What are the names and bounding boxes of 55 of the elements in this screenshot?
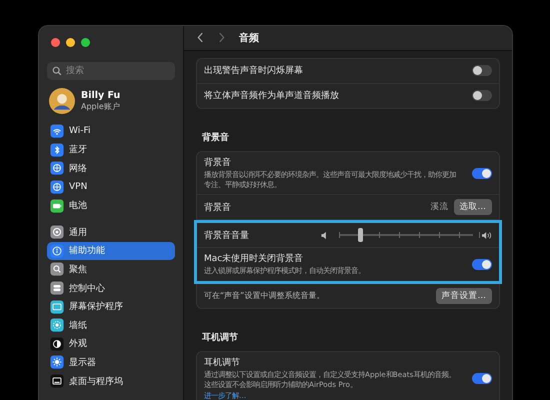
- sidebar-item[interactable]: 墙纸: [47, 316, 175, 335]
- switches-icon: [50, 281, 64, 296]
- sidebar-item[interactable]: 蓝牙: [47, 140, 175, 160]
- section-heading: 耳机调节: [202, 331, 239, 344]
- sidebar-item[interactable]: 辅助功能: [47, 242, 175, 260]
- bluetooth-icon: [50, 142, 64, 157]
- globe-icon: [50, 180, 64, 194]
- sound-settings-button[interactable]: 声音设置…: [436, 288, 492, 304]
- search-icon: [52, 66, 62, 76]
- window-title: 音频: [239, 31, 259, 45]
- toggle-switch[interactable]: [472, 90, 492, 102]
- gear-icon: [50, 225, 64, 240]
- sidebar-item[interactable]: 电池: [47, 196, 175, 215]
- sidebar-item[interactable]: VPN: [47, 178, 175, 196]
- sidebar-item[interactable]: 网络: [47, 159, 175, 178]
- sun-icon: [50, 355, 64, 370]
- globe-icon: [50, 161, 64, 176]
- sidebar-item[interactable]: 显示器: [47, 353, 175, 372]
- toggle-switch[interactable]: [472, 168, 492, 179]
- setting-label: 出现警告声音时闪烁屏幕: [204, 64, 303, 78]
- setting-label: Mac未使用时关闭背景音: [204, 252, 304, 266]
- sidebar-item[interactable]: 桌面与程序坞: [47, 372, 175, 390]
- section-heading: 背景音: [202, 131, 230, 144]
- volume-high-icon: [482, 230, 492, 240]
- sidebar-item[interactable]: Wi-Fi: [47, 122, 175, 141]
- setting-label: 将立体声音频作为单声道音频播放: [204, 90, 339, 102]
- user-name: Billy Fu: [81, 90, 120, 101]
- search-field[interactable]: 搜索: [47, 62, 175, 80]
- avatar-icon: [49, 88, 75, 114]
- wifi-icon: [50, 124, 64, 138]
- accessibility-icon: [50, 244, 64, 258]
- back-icon: [197, 32, 204, 44]
- sidebar-item[interactable]: 控制中心: [47, 278, 175, 298]
- setting-label: 背景音音量: [204, 230, 249, 242]
- search-icon: [50, 262, 64, 276]
- setting-label: 背景音: [204, 202, 231, 214]
- account-label: Apple账户: [81, 101, 120, 112]
- screen-icon: [50, 300, 64, 314]
- toggle-switch[interactable]: [472, 65, 492, 76]
- sidebar-item[interactable]: 外观: [47, 334, 175, 354]
- setting-label: 耳机调节: [204, 356, 241, 369]
- choose-button[interactable]: 选取…: [454, 199, 492, 216]
- contrast-icon: [50, 336, 64, 351]
- setting-label: 背景音: [204, 156, 232, 169]
- note-text: 可在“声音”设置中调整系统音量。: [204, 290, 324, 302]
- sidebar-item[interactable]: 屏幕保护程序: [47, 297, 175, 316]
- forward-icon: [218, 32, 225, 44]
- battery-icon: [50, 198, 64, 213]
- sidebar-item[interactable]: 通用: [47, 222, 175, 242]
- dock-icon: [50, 374, 64, 388]
- toggle-switch[interactable]: [472, 258, 492, 270]
- flower-icon: [50, 318, 64, 332]
- toggle-switch[interactable]: [472, 372, 492, 384]
- setting-value: 溪流: [430, 201, 448, 214]
- sidebar-item[interactable]: 聚焦: [47, 260, 175, 279]
